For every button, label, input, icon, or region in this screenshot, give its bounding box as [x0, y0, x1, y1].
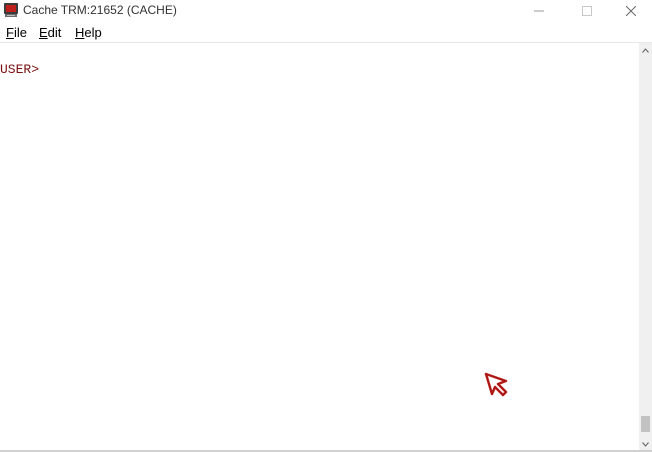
mouse-cursor-icon [484, 372, 510, 398]
terminal-output-area[interactable]: USER> [0, 43, 639, 451]
menu-help[interactable]: Help [74, 25, 103, 40]
scroll-down-button[interactable] [639, 437, 652, 451]
maximize-icon [582, 6, 592, 16]
maximize-button[interactable] [564, 0, 610, 22]
scroll-up-button[interactable] [639, 43, 652, 57]
terminal-window: Cache TRM:21652 (CACHE) File Edit Help U… [0, 0, 652, 452]
minimize-icon [534, 10, 544, 12]
title-bar[interactable]: Cache TRM:21652 (CACHE) [0, 0, 652, 22]
close-button[interactable] [608, 0, 652, 22]
menu-bar: File Edit Help [0, 22, 652, 43]
scrollbar-thumb[interactable] [641, 416, 650, 432]
close-icon [626, 6, 636, 16]
vertical-scrollbar[interactable] [639, 43, 652, 451]
menu-edit[interactable]: Edit [38, 25, 62, 40]
terminal-prompt: USER> [0, 62, 40, 77]
minimize-button[interactable] [516, 0, 562, 22]
terminal-app-icon[interactable] [3, 2, 19, 18]
chevron-down-icon [642, 441, 649, 447]
chevron-up-icon [642, 47, 649, 53]
window-title: Cache TRM:21652 (CACHE) [23, 3, 177, 17]
menu-file[interactable]: File [5, 25, 28, 40]
